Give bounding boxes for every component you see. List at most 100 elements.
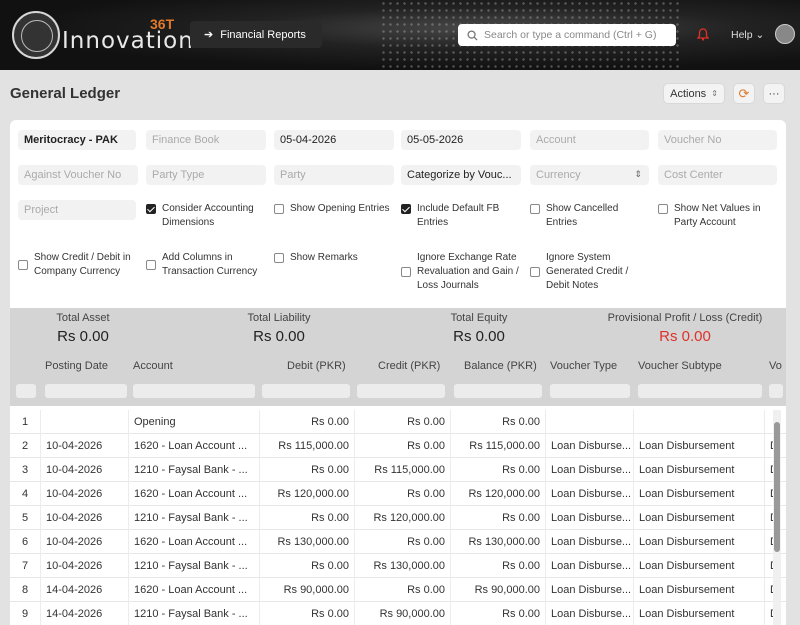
debit-cell[interactable]: Rs 0.00 — [260, 506, 355, 530]
avatar[interactable] — [775, 24, 795, 44]
credit-cell[interactable]: Rs 0.00 — [355, 530, 451, 554]
debit-cell[interactable]: Rs 0.00 — [260, 602, 355, 625]
credit-cell[interactable]: Rs 90,000.00 — [355, 602, 451, 625]
account-cell[interactable]: 1620 - Loan Account ... — [129, 482, 260, 506]
checkbox-transaction-currency[interactable]: Add Columns in Transaction Currency — [146, 251, 270, 279]
checkbox-box[interactable] — [146, 260, 156, 270]
posting-date-cell[interactable]: 10-04-2026 — [41, 434, 129, 458]
balance-cell[interactable]: Rs 130,000.00 — [451, 530, 546, 554]
row-index[interactable]: 9 — [10, 602, 41, 625]
search-input[interactable]: Search or type a command (Ctrl + G) — [458, 24, 676, 46]
voucher-type-cell[interactable] — [546, 410, 634, 434]
voucher-type-cell[interactable]: Loan Disburse... — [546, 554, 634, 578]
posting-date-cell[interactable]: 10-04-2026 — [41, 458, 129, 482]
column-header-voucher-no[interactable]: Vo — [769, 360, 782, 372]
credit-cell[interactable]: Rs 120,000.00 — [355, 506, 451, 530]
posting-date-cell[interactable] — [41, 410, 129, 434]
debit-cell[interactable]: Rs 130,000.00 — [260, 530, 355, 554]
balance-cell[interactable]: Rs 0.00 — [451, 602, 546, 625]
checkbox-box[interactable] — [658, 204, 668, 214]
party-type-field[interactable]: Party Type — [146, 165, 266, 185]
account-cell[interactable]: 1210 - Faysal Bank - ... — [129, 458, 260, 482]
table-row[interactable]: 2 10-04-2026 1620 - Loan Account ... Rs 115… — [10, 434, 786, 458]
table-row[interactable]: 7 10-04-2026 1210 - Faysal Bank - ... Rs 0.… — [10, 554, 786, 578]
column-header-account[interactable]: Account — [133, 360, 173, 372]
column-filter[interactable] — [262, 384, 350, 398]
to-date-field[interactable]: 05-05-2026 — [401, 130, 521, 150]
scrollbar-thumb[interactable] — [774, 422, 780, 552]
column-filter[interactable] — [16, 384, 36, 398]
company-field[interactable]: Meritocracy - PAK — [18, 130, 136, 150]
column-header-posting-date[interactable]: Posting Date — [45, 360, 108, 372]
more-button[interactable]: ··· — [763, 83, 785, 104]
row-index[interactable]: 4 — [10, 482, 41, 506]
cost-center-field[interactable]: Cost Center — [658, 165, 777, 185]
account-cell[interactable]: 1210 - Faysal Bank - ... — [129, 602, 260, 625]
posting-date-cell[interactable]: 10-04-2026 — [41, 482, 129, 506]
checkbox-net-values[interactable]: Show Net Values in Party Account — [658, 202, 782, 230]
balance-cell[interactable]: Rs 0.00 — [451, 458, 546, 482]
column-header-debit[interactable]: Debit (PKR) — [287, 360, 346, 372]
group-by-field[interactable]: Categorize by Vouc... — [401, 165, 521, 185]
checkbox-credit-debit[interactable]: Show Credit / Debit in Company Currency — [18, 251, 142, 279]
checkbox-system-generated[interactable]: Ignore System Generated Credit / Debit N… — [530, 251, 640, 293]
column-filter[interactable] — [45, 384, 127, 398]
logo-seal[interactable] — [12, 11, 60, 59]
from-date-field[interactable]: 05-04-2026 — [274, 130, 394, 150]
column-filter[interactable] — [454, 384, 542, 398]
voucher-subtype-cell[interactable]: Loan Disbursement — [634, 578, 765, 602]
row-index[interactable]: 1 — [10, 410, 41, 434]
row-index[interactable]: 6 — [10, 530, 41, 554]
table-row[interactable]: 1 Opening Rs 0.00 Rs 0.00 Rs 0.00 — [10, 410, 786, 434]
voucher-subtype-cell[interactable] — [634, 410, 765, 434]
credit-cell[interactable]: Rs 115,000.00 — [355, 458, 451, 482]
credit-cell[interactable]: Rs 0.00 — [355, 434, 451, 458]
checkbox-box[interactable] — [274, 253, 284, 263]
balance-cell[interactable]: Rs 120,000.00 — [451, 482, 546, 506]
vertical-scrollbar[interactable] — [773, 410, 781, 625]
debit-cell[interactable]: Rs 0.00 — [260, 458, 355, 482]
table-row[interactable]: 9 14-04-2026 1210 - Faysal Bank - ... Rs 0.… — [10, 602, 786, 625]
checkbox-box[interactable] — [401, 204, 411, 214]
posting-date-cell[interactable]: 10-04-2026 — [41, 530, 129, 554]
balance-cell[interactable]: Rs 0.00 — [451, 506, 546, 530]
checkbox-box[interactable] — [401, 267, 411, 277]
voucher-subtype-cell[interactable]: Loan Disbursement — [634, 458, 765, 482]
column-filter[interactable] — [769, 384, 783, 398]
breadcrumb-financial-reports[interactable]: ➔ Financial Reports — [190, 21, 322, 48]
table-row[interactable]: 3 10-04-2026 1210 - Faysal Bank - ... Rs 0.… — [10, 458, 786, 482]
posting-date-cell[interactable]: 14-04-2026 — [41, 602, 129, 625]
credit-cell[interactable]: Rs 130,000.00 — [355, 554, 451, 578]
currency-select[interactable]: Currency ⇕ — [530, 165, 649, 185]
balance-cell[interactable]: Rs 0.00 — [451, 554, 546, 578]
account-cell[interactable]: 1620 - Loan Account ... — [129, 530, 260, 554]
voucher-subtype-cell[interactable]: Loan Disbursement — [634, 506, 765, 530]
voucher-type-cell[interactable]: Loan Disburse... — [546, 578, 634, 602]
table-row[interactable]: 8 14-04-2026 1620 - Loan Account ... Rs 90,… — [10, 578, 786, 602]
checkbox-box[interactable] — [274, 204, 284, 214]
table-row[interactable]: 4 10-04-2026 1620 - Loan Account ... Rs 120… — [10, 482, 786, 506]
account-cell[interactable]: Opening — [129, 410, 260, 434]
posting-date-cell[interactable]: 14-04-2026 — [41, 578, 129, 602]
row-index[interactable]: 2 — [10, 434, 41, 458]
balance-cell[interactable]: Rs 0.00 — [451, 410, 546, 434]
credit-cell[interactable]: Rs 0.00 — [355, 578, 451, 602]
debit-cell[interactable]: Rs 90,000.00 — [260, 578, 355, 602]
checkbox-accounting-dimensions[interactable]: Consider Accounting Dimensions — [146, 202, 270, 230]
column-filter[interactable] — [357, 384, 445, 398]
row-index[interactable]: 5 — [10, 506, 41, 530]
checkbox-box[interactable] — [18, 260, 28, 270]
voucher-subtype-cell[interactable]: Loan Disbursement — [634, 434, 765, 458]
checkbox-default-fb[interactable]: Include Default FB Entries — [401, 202, 525, 230]
voucher-subtype-cell[interactable]: Loan Disbursement — [634, 530, 765, 554]
actions-button[interactable]: Actions ⇕ — [663, 83, 725, 104]
row-index[interactable]: 8 — [10, 578, 41, 602]
refresh-button[interactable]: ⟳ — [733, 83, 755, 104]
checkbox-cancelled[interactable]: Show Cancelled Entries — [530, 202, 652, 230]
voucher-subtype-cell[interactable]: Loan Disbursement — [634, 602, 765, 625]
checkbox-box[interactable] — [146, 204, 156, 214]
bell-icon[interactable] — [697, 28, 709, 41]
posting-date-cell[interactable]: 10-04-2026 — [41, 554, 129, 578]
checkbox-remarks[interactable]: Show Remarks — [274, 251, 398, 265]
party-field[interactable]: Party — [274, 165, 394, 185]
